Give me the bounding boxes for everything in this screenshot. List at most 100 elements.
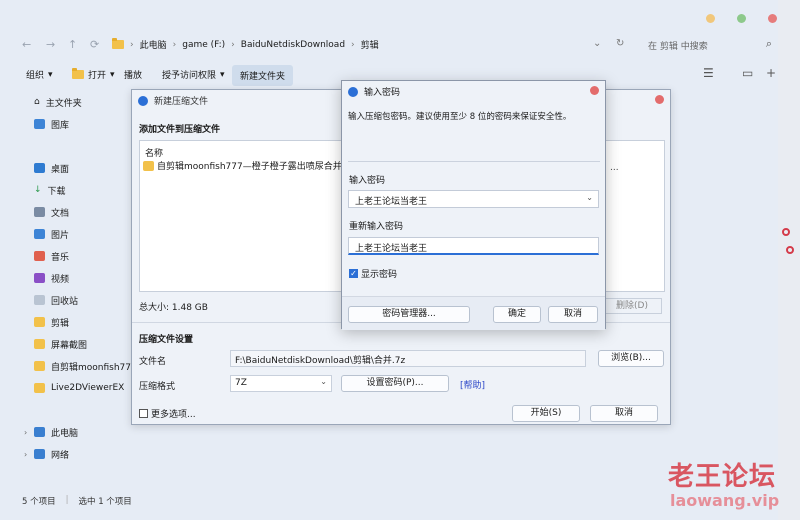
chevron-right-icon[interactable]: › bbox=[24, 428, 27, 437]
cancel-button[interactable]: 取消 bbox=[590, 405, 658, 422]
breadcrumb-item[interactable]: 剪辑 bbox=[361, 38, 379, 51]
set-password-button[interactable]: 设置密码(P)... bbox=[341, 375, 449, 392]
chevron-down-icon: ⌄ bbox=[320, 377, 327, 386]
list-item[interactable]: 自剪辑moonfish777—橙子橙子露出喷尿合并 bbox=[143, 159, 342, 172]
checkmark-icon: ✓ bbox=[349, 269, 358, 278]
folder-icon bbox=[72, 68, 84, 79]
sidebar-item-home[interactable]: ⌂ 主文件夹 bbox=[34, 92, 82, 112]
total-size: 总大小: 1.48 GB bbox=[139, 303, 208, 313]
chevron-down-icon: ▾ bbox=[48, 69, 53, 80]
format-label: 压缩格式 bbox=[139, 382, 176, 392]
sidebar-item-clips[interactable]: 剪辑 bbox=[34, 312, 69, 332]
browse-button[interactable]: 浏览(B)... bbox=[598, 350, 664, 367]
filename-field[interactable]: F:\BaiduNetdiskDownload\剪辑\合并.7z bbox=[230, 350, 586, 367]
forward-arrow-icon[interactable]: → bbox=[46, 38, 55, 51]
decoration-icon bbox=[782, 228, 790, 236]
close-button[interactable] bbox=[768, 14, 777, 23]
breadcrumb-item[interactable]: 此电脑 bbox=[140, 38, 167, 51]
reenter-password-input[interactable]: 上老王论坛当老王 bbox=[348, 237, 599, 255]
organize-button[interactable]: 组织 ▾ bbox=[26, 68, 53, 82]
view-list-icon[interactable]: ☰ bbox=[703, 66, 714, 80]
password-hint: 输入压缩包密码。建议使用至少 8 位的密码来保证安全性。 bbox=[348, 112, 572, 122]
show-password-checkbox[interactable]: ✓ 显示密码 bbox=[349, 267, 397, 280]
folder-icon bbox=[34, 383, 45, 393]
folder-icon bbox=[112, 38, 124, 49]
titlebar bbox=[0, 0, 790, 34]
sidebar-item-desktop[interactable]: 桌面 bbox=[34, 158, 69, 178]
sidebar-item-network[interactable]: 网络 bbox=[34, 444, 69, 464]
sidebar-item-documents[interactable]: 文档 bbox=[34, 202, 69, 222]
dialog-footer: 密码管理器... 确定 取消 bbox=[342, 296, 605, 330]
background-art-right bbox=[778, 0, 800, 520]
pc-icon bbox=[34, 427, 45, 437]
new-folder-button[interactable]: 新建文件夹 bbox=[232, 65, 294, 86]
close-button[interactable] bbox=[590, 86, 599, 95]
sidebar-item-videos[interactable]: 视频 bbox=[34, 268, 69, 288]
document-icon bbox=[34, 207, 45, 217]
folder-icon bbox=[34, 317, 45, 327]
format-select[interactable]: 7Z ⌄ bbox=[230, 375, 332, 392]
start-button[interactable]: 开始(S) bbox=[512, 405, 580, 422]
filename-label: 文件名 bbox=[139, 357, 167, 367]
chevron-down-icon: ▾ bbox=[110, 69, 115, 80]
dialog-title: 输入密码 bbox=[348, 85, 400, 98]
sidebar-item-screenshots[interactable]: 屏幕截图 bbox=[34, 334, 87, 354]
sidebar-item-this-pc[interactable]: 此电脑 bbox=[34, 422, 78, 442]
selected-count: 选中 1 个项目 bbox=[78, 497, 132, 507]
cancel-button[interactable]: 取消 bbox=[548, 306, 598, 323]
section-heading: 压缩文件设置 bbox=[139, 335, 194, 345]
share-access-button[interactable]: 授予访问权限 ▾ bbox=[162, 68, 225, 82]
open-button[interactable]: 打开 ▾ bbox=[72, 68, 115, 81]
status-bar: 5 个项目 | 选中 1 个项目 bbox=[22, 495, 132, 507]
close-button[interactable] bbox=[655, 95, 664, 104]
add-icon[interactable]: + bbox=[766, 66, 776, 80]
back-arrow-icon[interactable]: ← bbox=[22, 38, 31, 51]
ok-button[interactable]: 确定 bbox=[493, 306, 541, 323]
maximize-button[interactable] bbox=[737, 14, 746, 23]
app-icon bbox=[138, 95, 148, 106]
picture-icon bbox=[34, 229, 45, 239]
password-input[interactable]: 上老王论坛当老王 ⌄ bbox=[348, 190, 599, 208]
enter-password-label: 输入密码 bbox=[349, 176, 386, 186]
search-input[interactable]: 在 剪辑 中搜索 ⌕ bbox=[640, 35, 780, 55]
refresh-icon[interactable]: ↻ bbox=[616, 38, 624, 49]
play-button[interactable]: 播放 bbox=[124, 68, 142, 81]
watermark-url: laowang.vip bbox=[670, 491, 780, 510]
delete-button[interactable]: 删除(D) bbox=[602, 298, 662, 314]
sidebar-item-gallery[interactable]: 图库 bbox=[34, 114, 69, 134]
sidebar-item-downloads[interactable]: ↓ 下载 bbox=[34, 180, 66, 200]
folder-icon bbox=[143, 160, 154, 171]
folder-icon bbox=[34, 361, 45, 371]
gallery-icon bbox=[34, 119, 45, 129]
sidebar-item-moonfish[interactable]: 自剪辑moonfish777- bbox=[34, 356, 140, 376]
chevron-right-icon[interactable]: › bbox=[24, 450, 27, 459]
up-arrow-icon[interactable]: ↑ bbox=[68, 38, 77, 51]
column-header-name[interactable]: 名称 bbox=[145, 146, 163, 159]
chevron-down-icon[interactable]: ⌄ bbox=[593, 38, 601, 49]
chevron-down-icon[interactable]: ⌄ bbox=[586, 193, 593, 202]
preview-pane-icon[interactable]: ▭ bbox=[742, 66, 753, 80]
navigation-pane: ⌂ 主文件夹 图库 桌面 ↓ 下载 文档 图片 音乐 视频 回收站 剪辑 屏幕截图 … bbox=[18, 90, 140, 490]
sidebar-item-live2d[interactable]: Live2DViewerEX bbox=[34, 378, 124, 398]
app-icon bbox=[348, 86, 358, 97]
reenter-password-label: 重新输入密码 bbox=[349, 222, 404, 232]
item-count: 5 个项目 bbox=[22, 497, 56, 507]
password-manager-button[interactable]: 密码管理器... bbox=[348, 306, 470, 323]
sidebar-item-pictures[interactable]: 图片 bbox=[34, 224, 69, 244]
breadcrumb-item[interactable]: BaiduNetdiskDownload bbox=[241, 40, 345, 50]
breadcrumb: › 此电脑 › game (F:) › BaiduNetdiskDownload… bbox=[112, 38, 379, 51]
folder-icon bbox=[34, 339, 45, 349]
download-icon: ↓ bbox=[34, 185, 42, 195]
watermark-title: 老王论坛 bbox=[668, 462, 777, 492]
sidebar-item-recycle-bin[interactable]: 回收站 bbox=[34, 290, 78, 310]
sidebar-item-music[interactable]: 音乐 bbox=[34, 246, 69, 266]
breadcrumb-item[interactable]: game (F:) bbox=[182, 40, 225, 50]
section-heading: 添加文件到压缩文件 bbox=[139, 125, 221, 135]
more-options-checkbox[interactable]: 更多选项... bbox=[139, 407, 196, 420]
refresh-history-icon[interactable]: ⟳ bbox=[90, 38, 99, 51]
minimize-button[interactable] bbox=[706, 14, 715, 23]
search-icon: ⌕ bbox=[765, 37, 772, 50]
help-link[interactable]: [帮助] bbox=[460, 378, 485, 391]
recycle-bin-icon bbox=[34, 295, 45, 305]
chevron-down-icon: ▾ bbox=[220, 69, 225, 80]
